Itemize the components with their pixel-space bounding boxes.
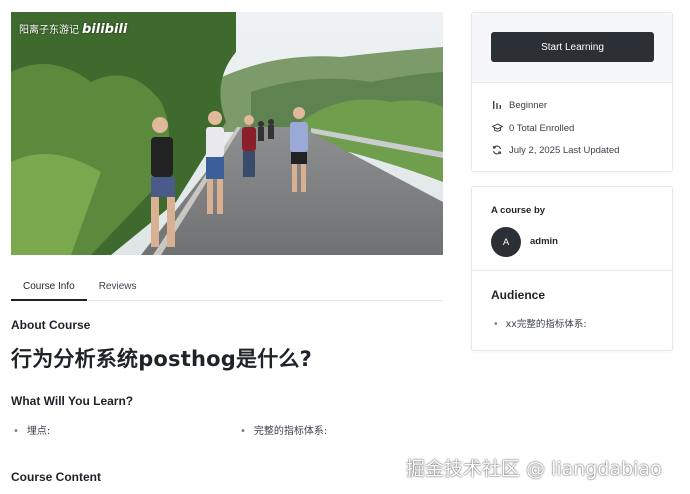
updated-text: July 2, 2025 Last Updated <box>509 144 620 156</box>
level-row: Beginner <box>491 99 547 111</box>
site-watermark: 掘金技术社区 @ liangdabiao <box>406 458 662 480</box>
author-card: A course by A admin Audience xx完整的指标体系: <box>471 186 673 351</box>
enrolled-row: 0 Total Enrolled <box>491 122 574 134</box>
avatar[interactable]: A <box>491 227 521 257</box>
audience-item: xx完整的指标体系: <box>493 316 587 330</box>
what-will-you-learn-heading: What Will You Learn? <box>11 394 134 408</box>
start-learning-button[interactable]: Start Learning <box>491 32 654 62</box>
course-title: 行为分析系统posthog是什么? <box>11 347 312 371</box>
video-watermark-text: 阳离子东游记 <box>19 25 79 36</box>
bilibili-logo: bilibili <box>82 22 128 37</box>
tab-reviews[interactable]: Reviews <box>87 276 149 301</box>
refresh-icon <box>491 144 503 156</box>
course-content-heading: Course Content <box>11 470 101 484</box>
audience-heading: Audience <box>491 288 546 302</box>
author-name[interactable]: admin <box>530 236 558 247</box>
learn-item: 完整的指标体系: <box>240 422 327 437</box>
graduation-cap-icon <box>491 122 503 134</box>
enroll-card: Start Learning Beginner 0 Total Enrolled… <box>471 12 673 172</box>
course-tabs: Course Info Reviews <box>11 276 443 301</box>
updated-row: July 2, 2025 Last Updated <box>491 144 619 156</box>
course-video[interactable]: 阳离子东游记 bilibili <box>11 12 443 255</box>
author-section: A course by A admin <box>472 187 672 271</box>
enroll-card-header: Start Learning <box>472 13 672 83</box>
video-frame <box>11 12 443 255</box>
course-by-label: A course by <box>491 205 546 216</box>
video-watermark: 阳离子东游记 bilibili <box>19 21 127 37</box>
tab-course-info[interactable]: Course Info <box>11 276 87 301</box>
level-icon <box>491 99 503 111</box>
level-text: Beginner <box>509 99 548 111</box>
learn-item: 埋点: <box>13 422 50 437</box>
enrolled-text: 0 Total Enrolled <box>509 122 575 134</box>
about-course-heading: About Course <box>11 318 91 332</box>
